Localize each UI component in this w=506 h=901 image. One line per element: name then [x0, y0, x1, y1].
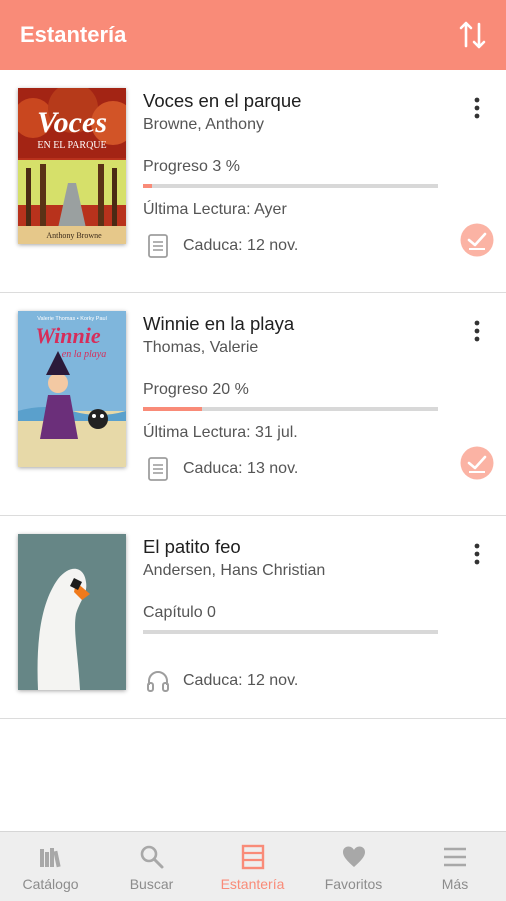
heart-icon — [343, 846, 365, 867]
document-icon — [146, 456, 170, 482]
book-cover[interactable]: Valerie Thomas • Korky Paul Winnie en la… — [18, 311, 126, 467]
library-icon — [40, 848, 61, 868]
nav-label: Catálogo — [22, 876, 79, 892]
book-author: Thomas, Valerie — [143, 339, 259, 356]
headphones-icon — [146, 668, 170, 694]
cover-author-text: Anthony Browne — [46, 231, 102, 240]
nav-label: Más — [441, 876, 469, 892]
finished-badge[interactable] — [460, 223, 494, 257]
nav-label: Favoritos — [324, 876, 383, 892]
hamburger-icon — [444, 847, 466, 867]
progress-label: Progreso 20 % — [143, 381, 249, 398]
expiry-label: Caduca: 12 nov. — [183, 672, 299, 689]
nav-label: Estantería — [220, 876, 285, 892]
cover-subtitle-text: en la playa — [62, 349, 106, 360]
app-bar: Estantería — [0, 0, 506, 70]
book-author: Browne, Anthony — [143, 116, 264, 133]
cover-title-text: Voces — [37, 106, 107, 139]
more-options-button[interactable] — [468, 317, 486, 345]
last-read-label: Última Lectura: 31 jul. — [143, 424, 298, 441]
cover-authors-text: Valerie Thomas • Korky Paul — [37, 316, 107, 322]
check-circle-icon — [460, 223, 494, 257]
nav-item-estanteria[interactable]: Estantería — [202, 832, 303, 901]
more-options-button[interactable] — [468, 540, 486, 568]
check-circle-icon — [460, 446, 494, 480]
progress-bar — [143, 407, 438, 411]
book-card[interactable]: Valerie Thomas • Korky Paul Winnie en la… — [0, 293, 506, 516]
cover-subtitle-text: EN EL PARQUE — [37, 140, 106, 151]
progress-bar — [143, 184, 438, 188]
book-title[interactable]: El patito feo — [143, 536, 241, 558]
book-author: Andersen, Hans Christian — [143, 562, 326, 579]
expiry-label: Caduca: 13 nov. — [183, 460, 299, 477]
book-card[interactable]: El patito feo Andersen, Hans Christian C… — [0, 516, 506, 719]
sort-icon — [459, 21, 486, 49]
book-title[interactable]: Winnie en la playa — [143, 313, 294, 335]
progress-fill — [143, 184, 152, 188]
progress-label: Progreso 3 % — [143, 158, 240, 175]
finished-badge[interactable] — [460, 446, 494, 480]
book-card[interactable]: Voces EN EL PARQUE Anthony Browne Voces … — [0, 70, 506, 293]
shelf-icon — [241, 844, 265, 870]
more-vert-icon — [474, 320, 480, 342]
more-vert-icon — [474, 97, 480, 119]
last-read-label: Última Lectura: Ayer — [143, 201, 287, 218]
nav-item-favoritos[interactable]: Favoritos — [303, 832, 404, 901]
book-cover[interactable] — [18, 534, 126, 690]
cover-title-text: Winnie — [35, 323, 100, 348]
page-title: Estantería — [20, 22, 127, 47]
book-cover[interactable]: Voces EN EL PARQUE Anthony Browne — [18, 88, 126, 244]
nav-item-buscar[interactable]: Buscar — [101, 832, 202, 901]
chapter-label: Capítulo 0 — [143, 604, 216, 621]
nav-label: Buscar — [129, 876, 174, 892]
more-options-button[interactable] — [468, 94, 486, 122]
document-icon — [146, 233, 170, 259]
progress-bar — [143, 630, 438, 634]
more-vert-icon — [474, 543, 480, 565]
bottom-navigation: Catálogo Buscar Estantería Favoritos Más — [0, 831, 506, 901]
sort-button[interactable] — [458, 20, 488, 50]
nav-item-catalogo[interactable]: Catálogo — [0, 832, 101, 901]
expiry-label: Caduca: 12 nov. — [183, 237, 299, 254]
book-title[interactable]: Voces en el parque — [143, 90, 301, 112]
progress-fill — [143, 407, 202, 411]
nav-item-mas[interactable]: Más — [404, 832, 506, 901]
search-icon — [140, 845, 164, 869]
